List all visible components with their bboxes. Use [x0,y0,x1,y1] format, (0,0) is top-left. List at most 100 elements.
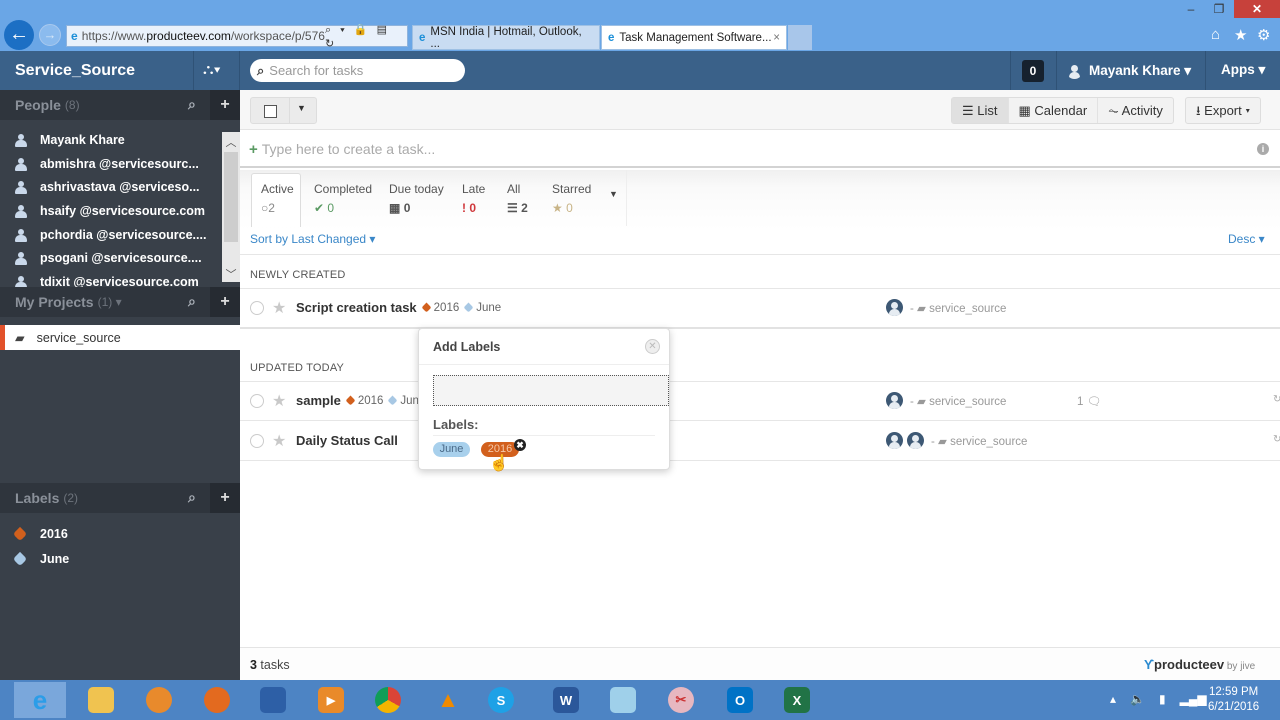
org-chart-icon[interactable]: ⛬▾ [203,61,221,78]
scroll-down-icon[interactable]: ﹀ [222,266,240,282]
person-item[interactable]: Mayank Khare [15,130,125,150]
taskbar-chrome[interactable] [362,682,414,718]
filter-tab-starred[interactable]: Starred ★ 0 [552,182,591,230]
task-label-2016[interactable]: 2016 [421,302,459,314]
avatar[interactable] [907,432,924,449]
task-label-june[interactable]: June [463,302,501,314]
user-menu[interactable]: Mayank Khare ▾ [1066,62,1191,79]
add-label-button[interactable]: + [210,483,240,513]
search-input[interactable]: ⌕ Search for tasks [250,59,465,82]
scroll-up-icon[interactable]: ︿ [222,134,240,150]
add-project-button[interactable]: + [210,287,240,317]
taskbar-file-explorer[interactable] [75,682,127,718]
select-all-checkbox[interactable] [264,105,277,118]
signal-icon[interactable]: ▂▄▆ [1180,692,1207,706]
people-scrollbar[interactable]: ︿ ﹀ [222,132,240,282]
producteev-logo[interactable]: ϒproducteev by jive [1144,657,1255,672]
task-label-2016[interactable]: 2016 [345,395,383,407]
select-all-dropdown[interactable]: ▼ [250,97,317,124]
search-projects-icon[interactable]: ⌕ [188,293,196,310]
back-button[interactable]: ← [4,20,34,50]
taskbar-word[interactable]: W [540,682,592,718]
task-project[interactable]: - ▰ service_source [931,434,1027,448]
favorites-icon[interactable]: ★ [1234,26,1247,44]
task-row[interactable]: ★ Daily Status Call - ▰ service_source ↻ [240,422,1280,460]
label-item-2016[interactable]: 2016 [12,526,68,542]
star-icon[interactable]: ★ [272,431,286,451]
label-input[interactable] [433,375,669,406]
filter-tab-active[interactable]: Active ○2 [251,173,301,227]
filter-tab-all[interactable]: All ☰ 2 [507,182,528,230]
person-item[interactable]: psogani @servicesource.... [15,248,202,268]
label-chip-june[interactable]: June [433,442,470,457]
tab-close-icon[interactable]: × [773,32,780,44]
filter-tab-due-today[interactable]: Due today ▦ 0 [389,182,444,230]
scroll-thumb[interactable] [224,152,238,242]
taskbar-snipping-tool[interactable]: ✂ [655,682,707,718]
taskbar-remote-desktop[interactable] [247,682,299,718]
add-person-button[interactable]: + [210,90,240,120]
close-window-button[interactable]: ✕ [1234,0,1280,18]
taskbar-media-player[interactable]: ▶ [305,682,357,718]
avatar[interactable] [886,432,903,449]
task-row[interactable]: ★ sample 2016 Jun - ▰ service_source 1 🗨… [240,382,1280,420]
taskbar-skype[interactable]: S [475,682,527,718]
system-clock[interactable]: 12:59 PM 6/21/2016 [1208,685,1259,715]
browser-tab-producteev[interactable]: e Task Management Software... × [601,25,787,50]
project-item-service-source[interactable]: ▰ service_source [0,325,240,350]
create-task-input[interactable]: + Type here to create a task... i [240,132,1280,168]
task-label-june[interactable]: Jun [387,395,419,407]
task-project[interactable]: - ▰ service_source [910,394,1006,408]
task-name[interactable]: Script creation task [296,300,417,315]
taskbar-ie[interactable]: e [14,682,66,718]
sort-dropdown[interactable]: Sort by Last Changed ▾ [250,232,375,246]
avatar[interactable] [886,299,903,316]
address-controls[interactable]: ⌕ ▾ 🔒 ▤ ↻ [325,23,403,50]
filter-tab-late[interactable]: Late ! 0 [462,182,485,230]
view-calendar-button[interactable]: ▦ Calendar [1009,98,1099,123]
workspace-name[interactable]: Service_Source [15,62,135,80]
task-project[interactable]: - ▰ service_source [910,301,1006,315]
comment-count[interactable]: 1 🗨 [1077,394,1101,408]
more-filters-caret-icon[interactable]: ▼ [601,170,627,226]
task-action-icon[interactable]: ↻ [1273,434,1280,445]
remove-label-icon[interactable]: ✖ [514,439,526,451]
close-popup-icon[interactable]: ✕ [645,339,660,354]
person-item[interactable]: abmishra @servicesourc... [15,154,199,174]
taskbar-firefox[interactable] [191,682,243,718]
label-item-june[interactable]: June [12,551,69,567]
complete-checkbox[interactable] [250,434,264,448]
person-item[interactable]: hsaify @servicesource.com [15,201,205,221]
new-tab-button[interactable] [788,25,812,50]
projects-header[interactable]: My Projects (1) ▾ ⌕ + [0,287,240,317]
complete-checkbox[interactable] [250,394,264,408]
minimize-button[interactable]: – [1178,0,1204,18]
task-action-icon[interactable]: ↻ [1273,394,1280,405]
taskbar-outlook[interactable]: O [714,682,766,718]
complete-checkbox[interactable] [250,301,264,315]
task-row[interactable]: ★ Script creation task 2016 June - ▰ ser… [240,289,1280,327]
settings-gear-icon[interactable]: ⚙ [1257,26,1270,44]
volume-icon[interactable]: 🔈 [1130,692,1145,706]
view-list-button[interactable]: ☰ List [952,98,1009,123]
battery-icon[interactable]: ▮ [1159,692,1166,706]
avatar[interactable] [886,392,903,409]
browser-tab-msn[interactable]: e MSN India | Hotmail, Outlook, ... [412,25,600,50]
search-people-icon[interactable]: ⌕ [188,96,196,113]
taskbar-vlc[interactable]: ▲ [422,682,474,718]
forward-button[interactable]: → [39,24,61,46]
taskbar-notepad[interactable] [597,682,649,718]
notification-badge[interactable]: 0 [1022,60,1044,82]
search-labels-icon[interactable]: ⌕ [188,489,196,506]
maximize-button[interactable]: ❐ [1206,0,1232,18]
sort-order-dropdown[interactable]: Desc ▾ [1228,232,1265,246]
filter-tab-completed[interactable]: Completed ✔ 0 [314,182,372,230]
show-hidden-icons[interactable]: ▴ [1110,692,1116,706]
person-item[interactable]: ashrivastava @serviceso... [15,177,200,197]
address-bar[interactable]: e https://www. producteev.com/workspace/p… [66,23,408,50]
star-icon[interactable]: ★ [272,298,286,318]
apps-menu[interactable]: Apps ▾ [1221,62,1265,78]
taskbar-headset-app[interactable] [133,682,185,718]
labels-header[interactable]: Labels (2) ⌕ + [0,483,240,513]
task-name[interactable]: sample [296,393,341,408]
